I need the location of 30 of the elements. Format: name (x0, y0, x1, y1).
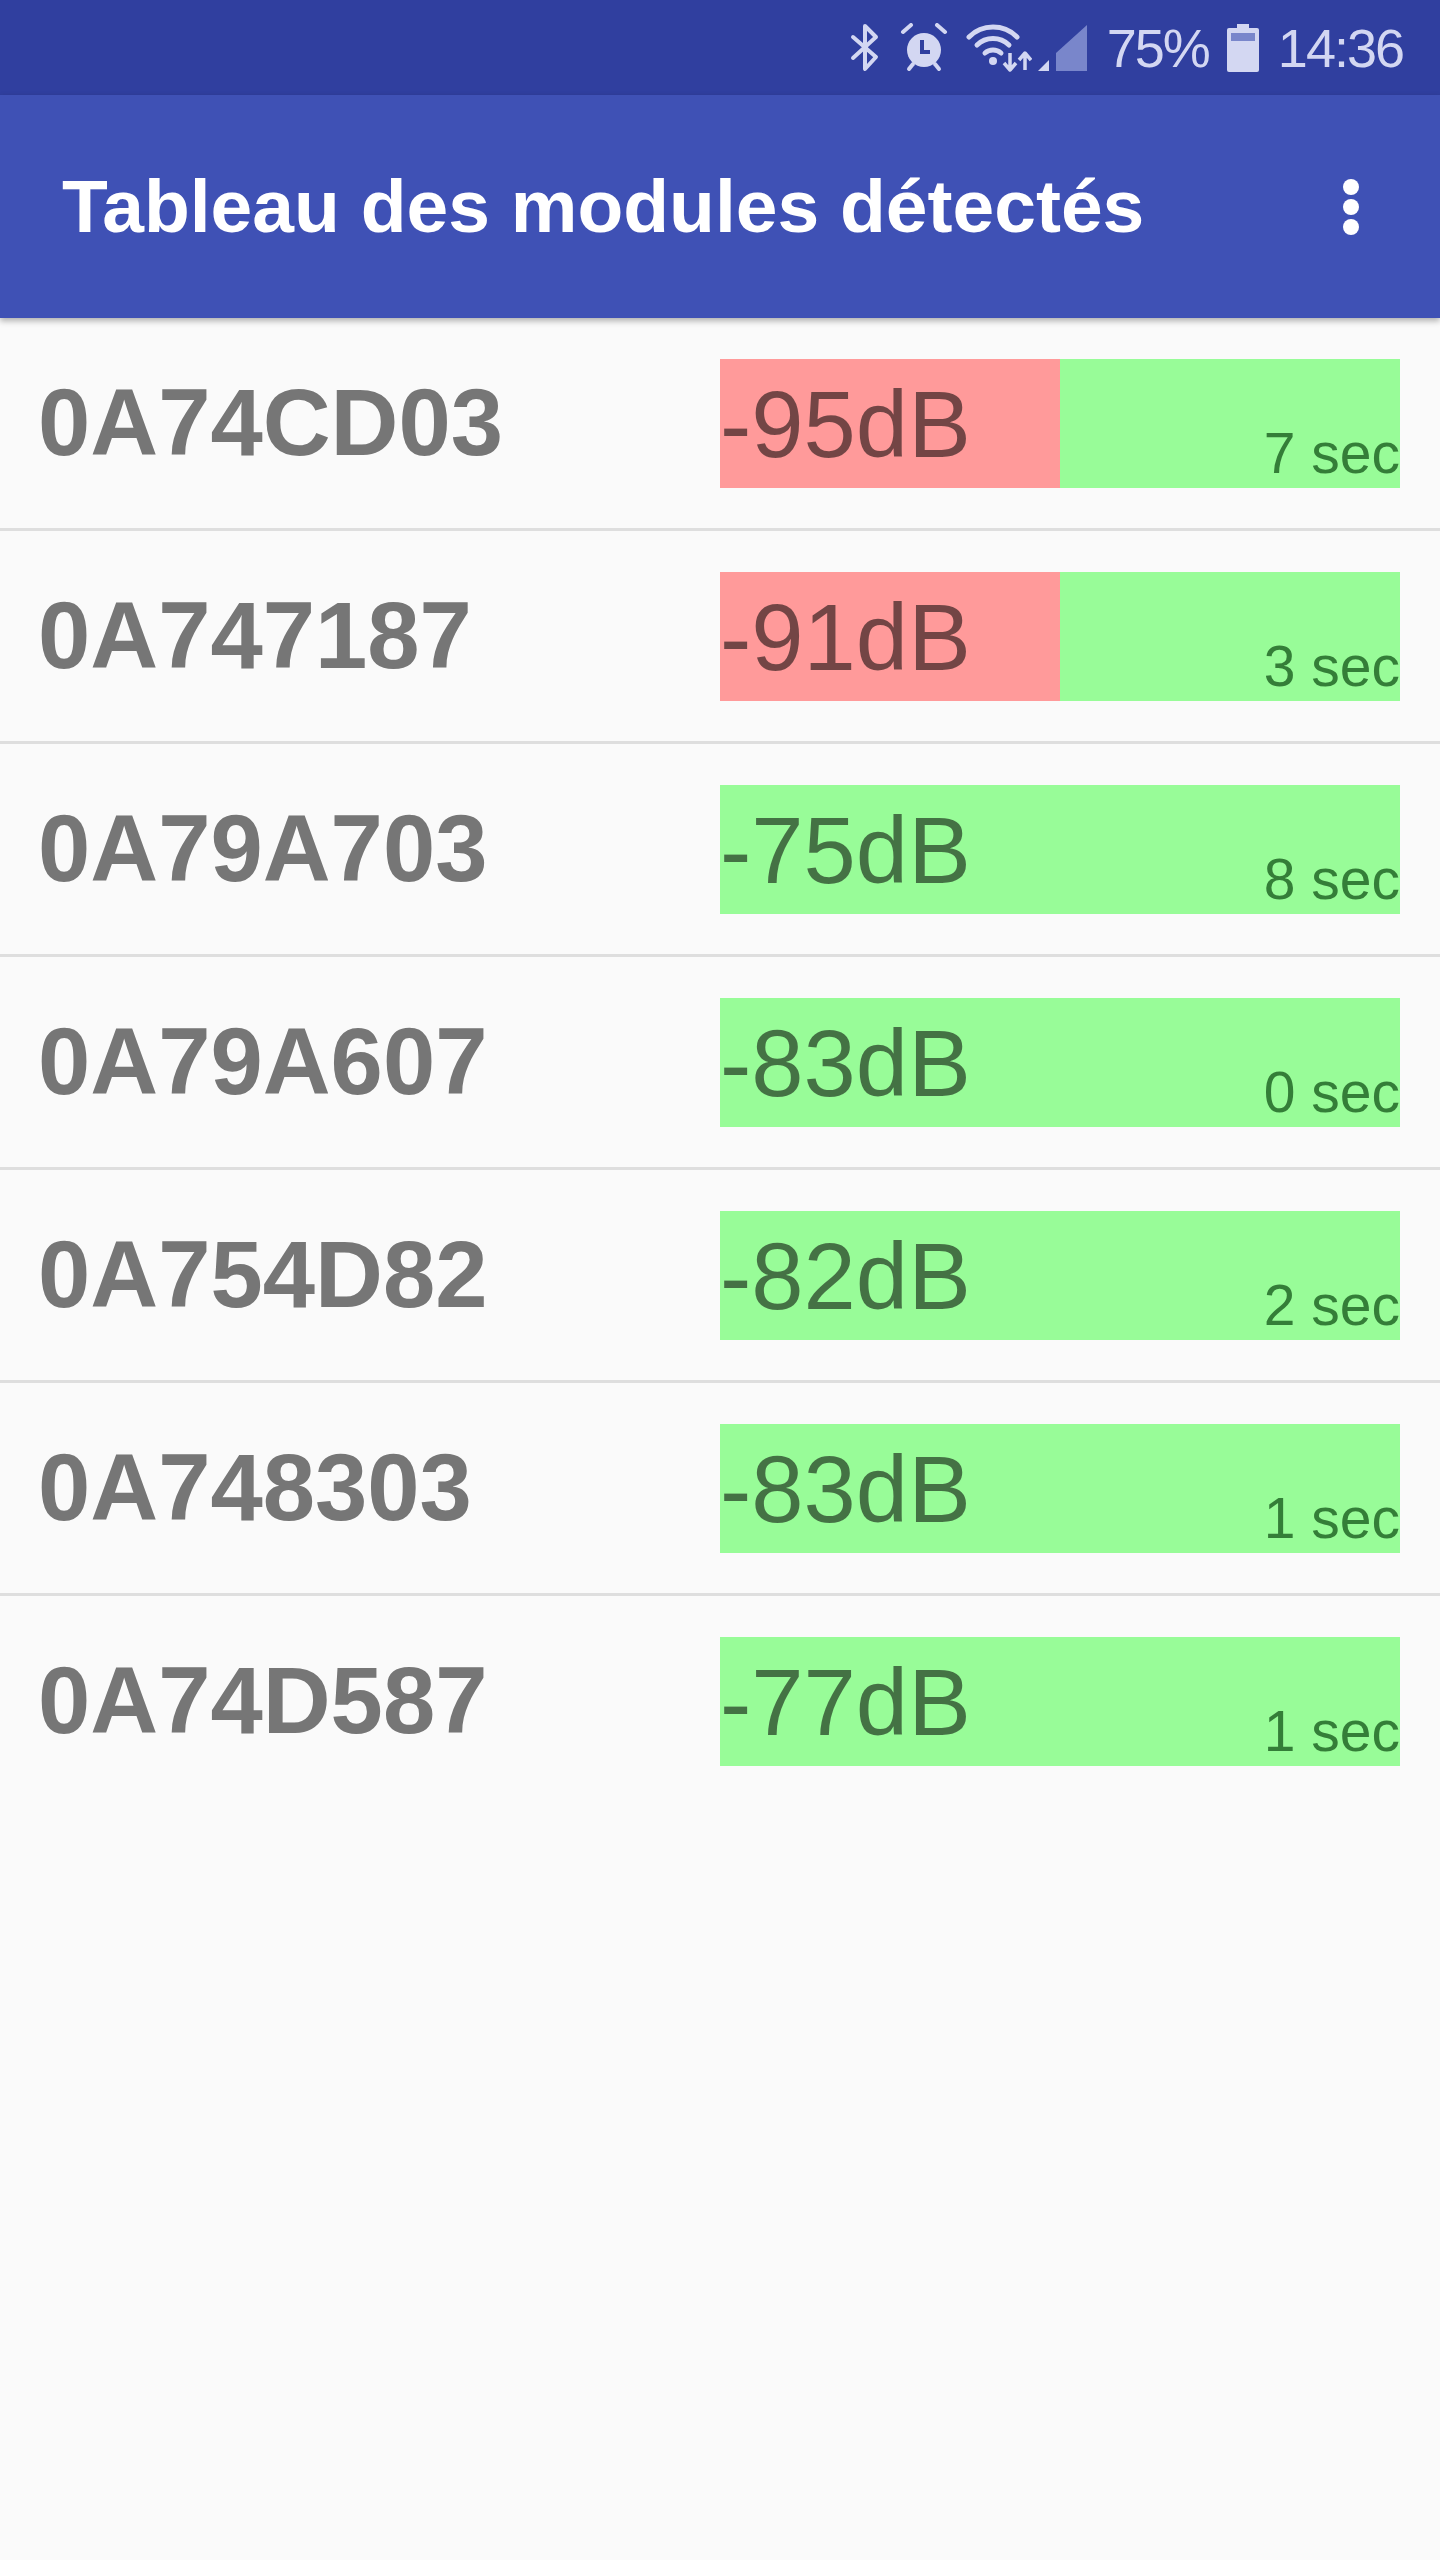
module-id: 0A74D587 (38, 1654, 488, 1748)
module-id: 0A754D82 (38, 1228, 488, 1322)
battery-icon (1226, 23, 1259, 72)
signal-reading: -83dB (720, 1442, 971, 1537)
elapsed-time: 1 sec (1263, 1489, 1400, 1547)
module-id: 0A79A607 (38, 1015, 488, 1109)
module-id: 0A747187 (38, 589, 472, 683)
wifi-icon (965, 23, 1032, 72)
module-id: 0A74CD03 (38, 376, 504, 470)
bluetooth-icon (849, 23, 881, 72)
elapsed-time: 3 sec (1263, 637, 1400, 695)
clock-time: 14:36 (1277, 20, 1403, 75)
signal-reading: -95dB (720, 377, 971, 472)
module-id: 0A79A703 (38, 802, 488, 896)
cellular-signal-icon (1037, 24, 1087, 71)
app-title: Tableau des modules détectés (62, 169, 1145, 244)
alarm-clock-icon (899, 23, 948, 72)
elapsed-time: 7 sec (1263, 424, 1400, 482)
module-id: 0A748303 (38, 1441, 472, 1535)
elapsed-time: 1 sec (1263, 1702, 1400, 1760)
signal-reading: -77dB (720, 1655, 971, 1750)
elapsed-time: 0 sec (1263, 1063, 1400, 1121)
elapsed-time: 8 sec (1263, 850, 1400, 908)
elapsed-time: 2 sec (1263, 1276, 1400, 1334)
overflow-menu-icon[interactable] (1343, 178, 1359, 235)
signal-reading: -75dB (720, 803, 971, 898)
signal-reading: -91dB (720, 590, 971, 685)
signal-reading: -82dB (720, 1229, 971, 1324)
battery-percentage: 75% (1106, 20, 1209, 75)
signal-reading: -83dB (720, 1016, 971, 1111)
